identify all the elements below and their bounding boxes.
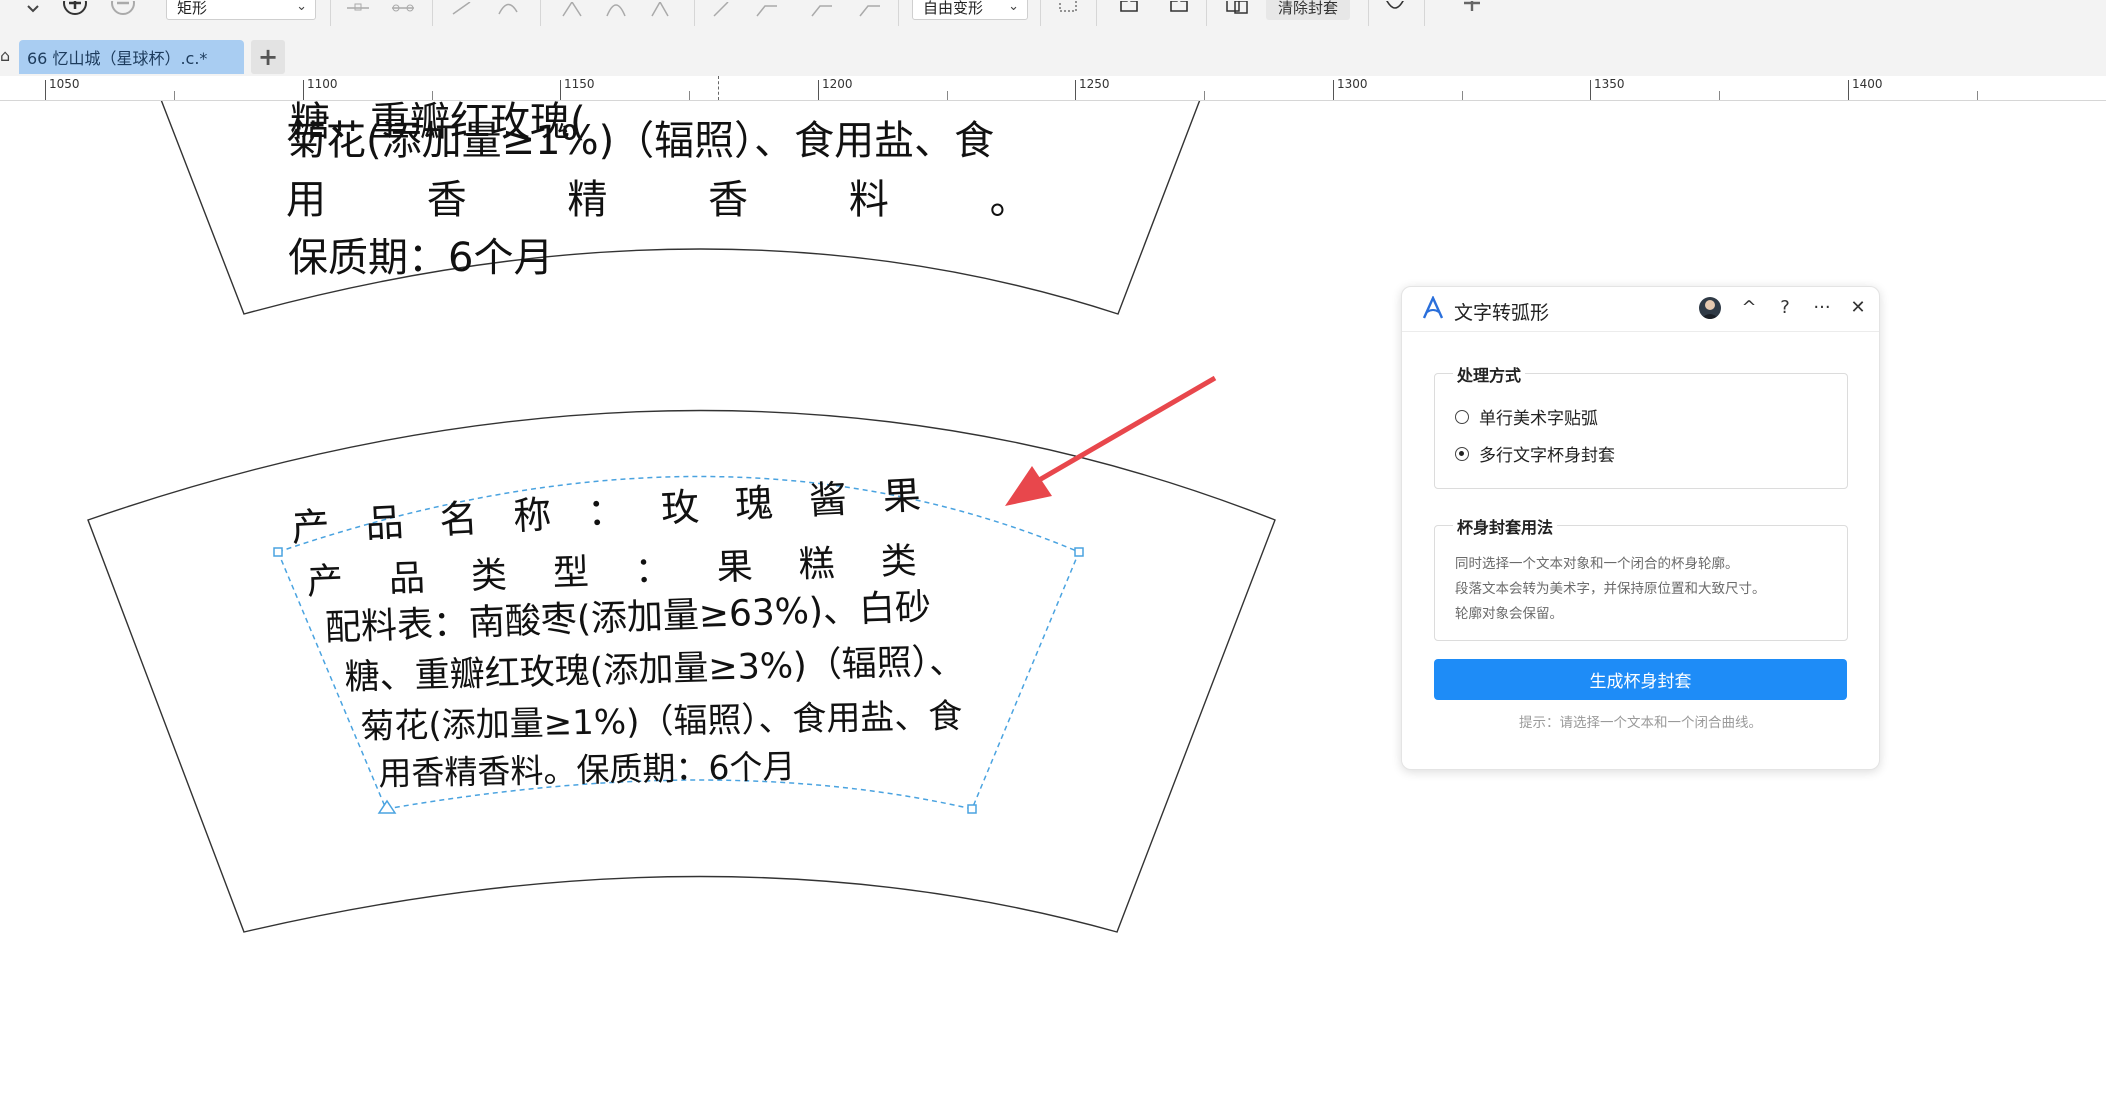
smooth-node-icon[interactable] bbox=[604, 0, 628, 22]
ruler-tick bbox=[1075, 80, 1076, 100]
shape-select[interactable]: 矩形 ⌄ bbox=[166, 0, 316, 20]
home-icon[interactable]: ⌂ bbox=[0, 46, 10, 65]
node-join-icon[interactable] bbox=[390, 0, 416, 22]
puzzle-split-icon[interactable] bbox=[1167, 0, 1191, 22]
document-tab-bar: ⌂ 66 忆山城（星球杯）.c.* + bbox=[0, 32, 2106, 77]
annotation-arrow bbox=[1032, 375, 1217, 486]
line-segment-icon[interactable] bbox=[450, 0, 474, 22]
panel-title: 文字转弧形 bbox=[1454, 302, 1550, 324]
lower-cup-text-line: 用香精香料。保质期：6个月 bbox=[378, 746, 796, 793]
ruler-tick bbox=[1333, 80, 1334, 100]
transform-mode-value: 自由变形 bbox=[923, 0, 984, 17]
radio-single-line-arc[interactable]: 单行美术字贴弧 bbox=[1455, 404, 1598, 429]
ruler-label: 1300 bbox=[1337, 77, 1368, 91]
tab-document[interactable]: 66 忆山城（星球杯）.c.* bbox=[19, 40, 244, 74]
annotation-arrowhead bbox=[1005, 466, 1052, 506]
ruler-tick bbox=[1590, 80, 1591, 100]
selection-handle bbox=[1074, 547, 1084, 557]
ruler-tick bbox=[818, 80, 819, 100]
ruler-cursor-marker bbox=[718, 76, 719, 100]
add-circle-icon[interactable] bbox=[62, 0, 88, 22]
generate-envelope-button[interactable]: 生成杯身封套 bbox=[1434, 659, 1847, 700]
radio-label: 多行文字杯身封套 bbox=[1479, 446, 1615, 466]
select-all-nodes-icon[interactable] bbox=[1057, 0, 1081, 22]
toolbar-divider bbox=[898, 0, 899, 26]
avatar[interactable] bbox=[1699, 297, 1721, 319]
help-button[interactable]: ? bbox=[1773, 297, 1797, 318]
ruler-label: 1400 bbox=[1852, 77, 1883, 91]
usage-line: 段落文本会转为美术字，并保持原位置和大致尺寸。 bbox=[1455, 581, 1766, 597]
radio-circle-selected bbox=[1455, 446, 1469, 461]
tab-document-label: 66 忆山城（星球杯）.c.* bbox=[27, 49, 208, 68]
ruler-minor-tick bbox=[689, 91, 690, 100]
more-button[interactable]: ··· bbox=[1810, 297, 1834, 318]
close-button[interactable]: ✕ bbox=[1846, 297, 1870, 318]
toolbar-divider bbox=[1206, 0, 1207, 26]
extract-subpath-icon[interactable] bbox=[755, 0, 779, 22]
transform-mode-select[interactable]: 自由变形 ⌄ bbox=[912, 0, 1028, 20]
curve-segment-icon[interactable] bbox=[496, 0, 520, 22]
copy-envelope-icon[interactable] bbox=[1225, 0, 1251, 22]
add-icon[interactable] bbox=[1460, 0, 1484, 22]
collapse-button[interactable]: ^ bbox=[1737, 297, 1761, 318]
ruler-label: 1350 bbox=[1594, 77, 1625, 91]
chevron-down-icon[interactable] bbox=[26, 0, 40, 22]
chevron-down-icon: ⌄ bbox=[1008, 0, 1019, 14]
panel-header: 文字转弧形 ^ ? ··· ✕ bbox=[1402, 287, 1879, 332]
lower-cup-text-line: 菊花(添加量≥1%)（辐照）、食用盐、食 bbox=[360, 696, 963, 747]
ruler-minor-tick bbox=[1204, 91, 1205, 100]
ruler-label: 1200 bbox=[822, 77, 853, 91]
cusp-node-icon[interactable] bbox=[560, 0, 584, 22]
toolbar-divider bbox=[1096, 0, 1097, 26]
text-to-arc-panel: 文字转弧形 ^ ? ··· ✕ 处理方式 单行美术字贴弧 多行文字杯身封套 杯身… bbox=[1401, 286, 1880, 770]
node-tool-icon[interactable] bbox=[345, 0, 371, 22]
radio-label: 单行美术字贴弧 bbox=[1479, 409, 1598, 429]
toolbar: 矩形 ⌄ 自由变形 ⌄ 清除封套 bbox=[0, 0, 2106, 32]
usage-group-title: 杯身封套用法 bbox=[1453, 514, 1558, 538]
app-logo-icon bbox=[1422, 296, 1444, 319]
envelope-shape-icon[interactable] bbox=[1383, 0, 1407, 22]
ruler-label: 1250 bbox=[1079, 77, 1110, 91]
new-tab-button[interactable]: + bbox=[251, 40, 285, 74]
reverse-direction-icon[interactable] bbox=[710, 0, 734, 22]
ruler-minor-tick bbox=[1719, 91, 1720, 100]
rotate-icon[interactable] bbox=[858, 0, 882, 22]
toolbar-divider bbox=[432, 0, 433, 26]
ruler-minor-tick bbox=[1462, 91, 1463, 100]
ruler-label: 1050 bbox=[49, 77, 80, 91]
stretch-icon[interactable] bbox=[810, 0, 834, 22]
upper-cup-text-line: 用 香 精 香 料 。 bbox=[286, 177, 1074, 223]
ruler-tick bbox=[45, 80, 46, 100]
toolbar-divider bbox=[1368, 0, 1369, 26]
ruler-minor-tick bbox=[1977, 91, 1978, 100]
hint-text: 提示：请选择一个文本和一个闭合曲线。 bbox=[1519, 715, 1762, 731]
toolbar-divider bbox=[1424, 0, 1425, 26]
toolbar-divider bbox=[1040, 0, 1041, 26]
symmetric-node-icon[interactable] bbox=[648, 0, 672, 22]
radio-multiline-envelope[interactable]: 多行文字杯身封套 bbox=[1455, 441, 1615, 466]
ruler-minor-tick bbox=[174, 91, 175, 100]
ruler-tick bbox=[1848, 80, 1849, 100]
shape-select-value: 矩形 bbox=[177, 0, 208, 17]
toolbar-divider bbox=[694, 0, 695, 26]
selection-handle bbox=[273, 547, 283, 557]
upper-cup-text-line: 保质期：6个月 bbox=[288, 235, 554, 281]
selection-handle bbox=[967, 804, 977, 814]
chevron-down-icon: ⌄ bbox=[296, 0, 307, 14]
clear-envelope-button[interactable]: 清除封套 bbox=[1266, 0, 1351, 20]
upper-cup-text-line: 菊花(添加量≥1%)（辐照）、食用盐、食 bbox=[286, 118, 995, 164]
usage-line: 轮廓对象会保留。 bbox=[1455, 606, 1563, 622]
mode-group: 处理方式 单行美术字贴弧 多行文字杯身封套 bbox=[1434, 362, 1848, 489]
remove-circle-icon[interactable] bbox=[110, 0, 136, 22]
radio-circle bbox=[1455, 409, 1469, 424]
usage-group: 杯身封套用法 同时选择一个文本对象和一个闭合的杯身轮廓。 段落文本会转为美术字，… bbox=[1434, 514, 1848, 641]
mode-group-title: 处理方式 bbox=[1453, 362, 1526, 386]
toolbar-divider bbox=[330, 0, 331, 26]
toolbar-divider bbox=[540, 0, 541, 26]
selection-handle bbox=[377, 799, 397, 814]
ruler-minor-tick bbox=[947, 91, 948, 100]
puzzle-icon[interactable] bbox=[1117, 0, 1141, 22]
usage-line: 同时选择一个文本对象和一个闭合的杯身轮廓。 bbox=[1455, 556, 1739, 572]
